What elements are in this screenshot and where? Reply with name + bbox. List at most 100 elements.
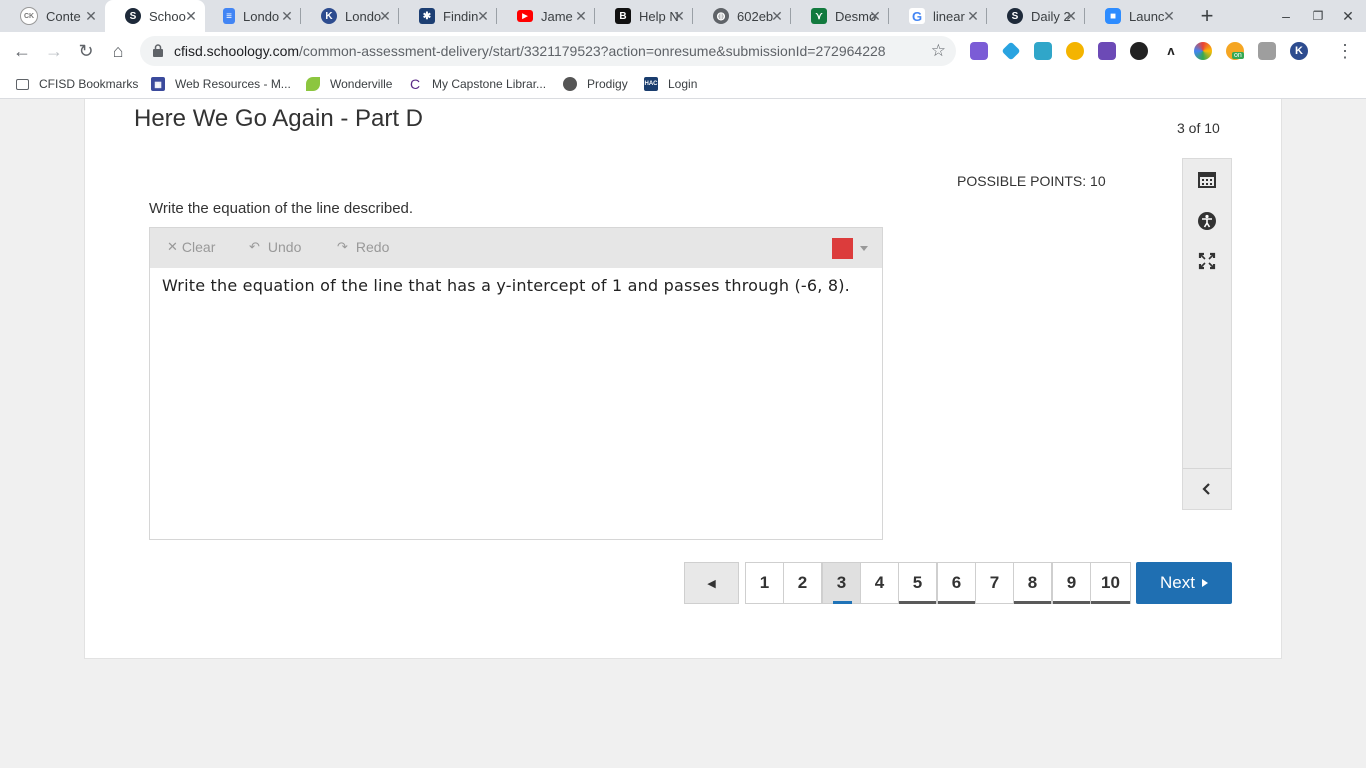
chevron-left-icon[interactable] bbox=[1196, 478, 1218, 500]
capstone-icon: C bbox=[409, 76, 421, 92]
bookmark-wonderville[interactable]: Wonderville bbox=[306, 75, 392, 93]
chevron-down-icon[interactable] bbox=[860, 246, 868, 251]
extension-circle-icon[interactable] bbox=[1066, 42, 1084, 60]
tab-google-doc[interactable]: ≡ Londo ✕ bbox=[203, 0, 301, 32]
extension-spy-icon[interactable] bbox=[1130, 42, 1148, 60]
current-indicator bbox=[833, 601, 852, 604]
extension-lambda-icon[interactable]: ʌ bbox=[1162, 42, 1180, 60]
window-close-icon[interactable]: ✕ bbox=[1338, 6, 1358, 26]
tab-schoology-active[interactable]: S Schoo ✕ bbox=[105, 0, 205, 32]
bookmark-web-resources[interactable]: ▦ Web Resources - M... bbox=[151, 75, 291, 93]
close-icon[interactable]: ✕ bbox=[671, 8, 687, 24]
page-number: 4 bbox=[874, 573, 885, 592]
b-icon: B bbox=[615, 8, 631, 24]
undo-label: Undo bbox=[267, 239, 302, 255]
close-icon[interactable]: ✕ bbox=[377, 8, 393, 24]
bookmark-prodigy[interactable]: Prodigy bbox=[563, 75, 628, 93]
answered-indicator bbox=[899, 601, 936, 604]
extension-cloud-icon[interactable] bbox=[1034, 42, 1052, 60]
bookmark-login[interactable]: HAC Login bbox=[644, 75, 697, 93]
tab-youtube[interactable]: ▶ Jame ✕ bbox=[497, 0, 595, 32]
page-button-2[interactable]: 2 bbox=[783, 562, 822, 604]
previous-button[interactable]: ◀ bbox=[684, 562, 739, 604]
bookmark-capstone[interactable]: C My Capstone Librar... bbox=[408, 75, 546, 93]
next-label: Next bbox=[1160, 573, 1195, 592]
editor-content[interactable]: Write the equation of the line that has … bbox=[162, 276, 850, 295]
close-icon[interactable]: ✕ bbox=[769, 8, 785, 24]
page-button-5[interactable]: 5 bbox=[898, 562, 937, 604]
tab-desmos[interactable]: ⋎ Desmo ✕ bbox=[791, 0, 889, 32]
page-button-1[interactable]: 1 bbox=[745, 562, 784, 604]
close-icon[interactable]: ✕ bbox=[573, 8, 589, 24]
close-icon[interactable]: ✕ bbox=[279, 8, 295, 24]
tab-google-search[interactable]: G linear ✕ bbox=[889, 0, 987, 32]
lock-icon bbox=[153, 44, 163, 57]
tab-contents[interactable]: CK Conte ✕ bbox=[0, 0, 105, 32]
tab-k[interactable]: K Londo ✕ bbox=[301, 0, 399, 32]
extension-on-icon[interactable]: on bbox=[1226, 42, 1244, 60]
page-button-7[interactable]: 7 bbox=[975, 562, 1014, 604]
reload-icon[interactable]: ↻ bbox=[73, 38, 99, 64]
google-icon: G bbox=[909, 8, 925, 24]
editor-toolbar: ✕ Clear ↶ Undo ↷ Redo bbox=[150, 228, 882, 268]
redo-button[interactable]: ↷ Redo bbox=[337, 239, 389, 255]
close-icon[interactable]: ✕ bbox=[965, 8, 981, 24]
clear-button[interactable]: ✕ Clear bbox=[167, 239, 215, 255]
forward-arrow-icon[interactable]: → bbox=[41, 38, 67, 64]
extension-pdf-icon[interactable] bbox=[1098, 42, 1116, 60]
extension-color-wheel-icon[interactable] bbox=[1194, 42, 1212, 60]
redo-label: Redo bbox=[355, 239, 390, 255]
accessibility-icon[interactable] bbox=[1196, 210, 1218, 232]
close-icon[interactable]: ✕ bbox=[1161, 8, 1177, 24]
next-button[interactable]: Next bbox=[1136, 562, 1232, 604]
page-button-10[interactable]: 10 bbox=[1090, 562, 1131, 604]
page-button-8[interactable]: 8 bbox=[1013, 562, 1052, 604]
back-arrow-icon[interactable]: ← bbox=[9, 38, 35, 64]
page-button-4[interactable]: 4 bbox=[860, 562, 899, 604]
tab-602eb[interactable]: ◍ 602eb ✕ bbox=[693, 0, 791, 32]
answered-indicator bbox=[1014, 601, 1051, 604]
calculator-icon[interactable] bbox=[1196, 169, 1218, 191]
bookmark-cfisd[interactable]: CFISD Bookmarks bbox=[16, 75, 138, 93]
restore-icon[interactable]: ❐ bbox=[1308, 6, 1328, 26]
zoom-icon: ■ bbox=[1105, 8, 1121, 24]
menu-kebab-icon[interactable]: ⋮ bbox=[1332, 38, 1358, 64]
x-icon: ✕ bbox=[167, 239, 178, 254]
question-counter: 3 of 10 bbox=[1177, 120, 1220, 136]
bookmark-label: Prodigy bbox=[587, 77, 628, 91]
tab-finding[interactable]: ✱ Findin ✕ bbox=[399, 0, 497, 32]
page-button-9[interactable]: 9 bbox=[1052, 562, 1091, 604]
rail-divider bbox=[1183, 468, 1231, 469]
profile-avatar-icon[interactable]: K bbox=[1290, 42, 1308, 60]
fullscreen-icon[interactable] bbox=[1196, 250, 1218, 272]
tab-daily[interactable]: S Daily 2 ✕ bbox=[987, 0, 1085, 32]
undo-button[interactable]: ↶ Undo bbox=[249, 239, 301, 255]
extension-gray-icon[interactable] bbox=[1258, 42, 1276, 60]
extension-puzzle-icon[interactable] bbox=[970, 42, 988, 60]
page-number: 5 bbox=[912, 573, 923, 592]
assessment-title: Here We Go Again - Part D bbox=[134, 105, 424, 132]
address-bar[interactable]: cfisd.schoology.com/common-assessment-de… bbox=[140, 36, 956, 66]
new-tab-plus-icon[interactable]: + bbox=[1195, 4, 1219, 28]
tab-help[interactable]: B Help N ✕ bbox=[595, 0, 693, 32]
close-icon[interactable]: ✕ bbox=[183, 8, 199, 24]
close-icon[interactable]: ✕ bbox=[1063, 8, 1079, 24]
question-prompt: Write the equation of the line described… bbox=[149, 200, 414, 217]
close-icon[interactable]: ✕ bbox=[867, 8, 883, 24]
tools-rail bbox=[1182, 158, 1232, 510]
hac-icon: HAC bbox=[644, 77, 658, 91]
url-path: /common-assessment-delivery/start/332117… bbox=[299, 43, 886, 59]
tab-zoom[interactable]: ■ Launc ✕ bbox=[1085, 0, 1183, 32]
page-number: 7 bbox=[989, 573, 1000, 592]
bookmark-star-icon[interactable]: ☆ bbox=[931, 41, 946, 61]
close-icon[interactable]: ✕ bbox=[83, 8, 99, 24]
ck-12-icon: CK bbox=[20, 7, 38, 25]
home-icon[interactable]: ⌂ bbox=[105, 38, 131, 64]
folder-icon bbox=[16, 78, 29, 90]
bookmark-label: CFISD Bookmarks bbox=[39, 77, 139, 91]
minimize-icon[interactable]: – bbox=[1276, 6, 1296, 26]
close-icon[interactable]: ✕ bbox=[475, 8, 491, 24]
page-button-6[interactable]: 6 bbox=[937, 562, 976, 604]
pen-color-swatch[interactable] bbox=[832, 238, 853, 259]
page-button-3-current[interactable]: 3 bbox=[822, 562, 861, 604]
